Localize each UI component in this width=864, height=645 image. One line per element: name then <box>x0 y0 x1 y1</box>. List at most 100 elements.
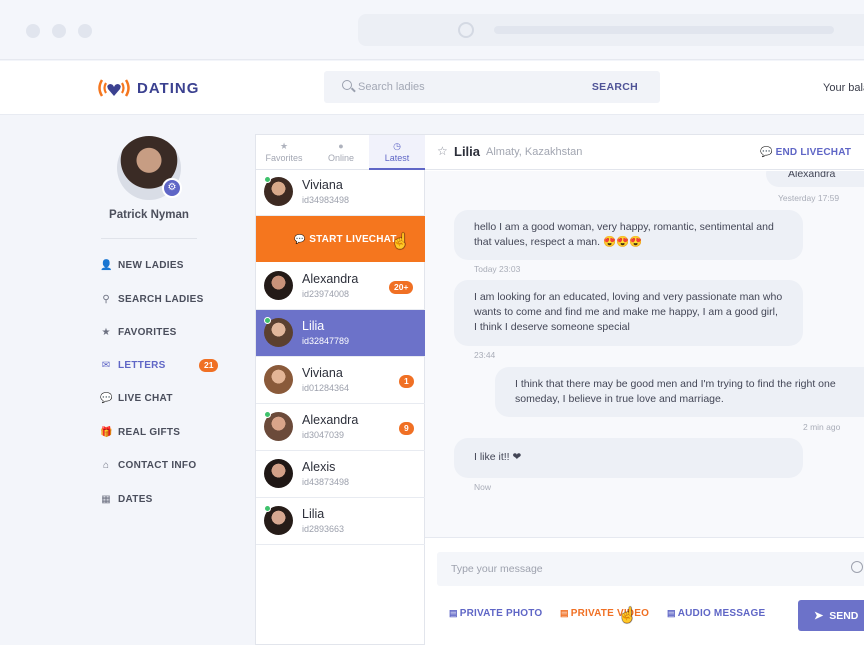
contacts-panel: ★ Favorites ● Online ◷ Latest Viviana id… <box>255 134 426 645</box>
chat-icon: 💬 <box>100 392 113 404</box>
search-button[interactable]: SEARCH <box>592 81 638 93</box>
unread-badge: 20+ <box>389 281 414 294</box>
online-indicator <box>264 176 271 183</box>
message-bubble-sent: Alexandra <box>766 171 864 187</box>
contact-name: Lilia <box>302 507 325 521</box>
logo[interactable]: DATING <box>97 76 199 100</box>
message-input[interactable] <box>437 552 864 586</box>
sidebar-item-live-chat[interactable]: 💬 LIVE CHAT <box>100 390 173 406</box>
window-close-dot[interactable] <box>26 24 40 38</box>
contact-id: id01284364 <box>302 383 350 393</box>
message-time: 2 min ago <box>803 422 841 432</box>
contact-name: Lilia <box>302 319 325 333</box>
search-input[interactable] <box>358 71 578 103</box>
tab-label: Favorites <box>265 153 303 163</box>
sidebar-item-label: DATES <box>118 493 153 505</box>
contact-tabs: ★ Favorites ● Online ◷ Latest <box>256 135 426 170</box>
message-bubble-received: I am looking for an educated, loving and… <box>454 280 803 346</box>
search-bar: SEARCH <box>324 71 660 103</box>
message-time: Now <box>474 482 492 492</box>
star-icon: ★ <box>101 326 111 338</box>
calendar-icon: ▦ <box>101 493 111 505</box>
contact-name: Viviana <box>302 366 343 380</box>
sidebar-item-label: REAL GIFTS <box>118 426 181 438</box>
unread-badge: 9 <box>399 422 414 435</box>
sidebar-item-label: LETTERS <box>118 359 166 371</box>
sidebar-item-label: SEARCH LADIES <box>118 293 204 305</box>
tab-favorites[interactable]: ★ Favorites <box>256 135 312 170</box>
contact-item[interactable]: Alexis id43873498 <box>256 451 426 498</box>
contact-name: Alexandra <box>302 413 359 427</box>
online-indicator <box>264 411 271 418</box>
contact-id: id32847789 <box>302 336 350 346</box>
heart-signal-icon <box>98 79 130 97</box>
sidebar-item-favorites[interactable]: ★ FAVORITES <box>100 324 177 340</box>
message-bubble-received: I like it!! ❤ <box>454 438 803 478</box>
unread-badge: 1 <box>399 375 414 388</box>
end-livechat-label: END LIVECHAT <box>775 147 852 158</box>
paper-plane-icon: ➤ <box>814 610 824 622</box>
search-icon <box>342 80 352 90</box>
avatar <box>264 459 293 488</box>
favorite-star-icon[interactable]: ☆ <box>437 144 448 158</box>
window-minimize-dot[interactable] <box>52 24 66 38</box>
clock-icon: ◷ <box>393 141 401 151</box>
message-time: Yesterday 17:59 <box>778 193 840 203</box>
sidebar-item-letters[interactable]: ✉ LETTERS 21 <box>100 357 219 373</box>
tab-latest[interactable]: ◷ Latest <box>369 135 425 170</box>
pointer-cursor-icon: ☝ <box>618 607 637 624</box>
contact-id: id3047039 <box>302 430 345 440</box>
reload-icon[interactable] <box>458 22 474 38</box>
url-placeholder <box>494 26 834 34</box>
envelope-icon: ✉ <box>101 359 111 371</box>
window-maximize-dot[interactable] <box>78 24 92 38</box>
sidebar-item-real-gifts[interactable]: 🎁 REAL GIFTS <box>100 424 180 440</box>
message-composer: ▤PRIVATE PHOTO ▤PRIVATE VIDEO ☝ ▤AUDIO M… <box>425 537 864 645</box>
contact-item[interactable]: Viviana id34983498 <box>256 169 426 216</box>
message-list: Alexandra Yesterday 17:59 hello I am a g… <box>425 171 864 537</box>
end-livechat-button[interactable]: 💬 END LIVECHAT <box>760 147 851 158</box>
letters-count-badge: 21 <box>199 359 219 372</box>
private-photo-label: PRIVATE PHOTO <box>459 608 543 619</box>
tab-label: Online <box>327 153 354 163</box>
contact-item[interactable]: Viviana id01284364 1 <box>256 357 426 404</box>
avatar <box>264 271 293 300</box>
site-header: DATING SEARCH Your bala <box>0 61 864 115</box>
online-indicator <box>264 505 271 512</box>
balance-text: Your bala <box>823 82 864 94</box>
sidebar-item-label: CONTACT INFO <box>118 459 197 471</box>
send-label: SEND <box>829 609 859 622</box>
sidebar-item-search-ladies[interactable]: ⚲ SEARCH LADIES <box>100 291 204 307</box>
contact-id: id23974008 <box>302 289 350 299</box>
message-time: 23:44 <box>474 350 496 360</box>
emoji-icon[interactable] <box>851 561 863 573</box>
add-user-icon: 👤 <box>100 259 113 271</box>
contact-item[interactable]: Alexandra id23974008 20+ <box>256 263 426 310</box>
online-dot-icon: ● <box>338 141 344 151</box>
private-photo-button[interactable]: ▤ PRIVATE PHOTO <box>449 608 542 619</box>
tab-online[interactable]: ● Online <box>313 135 369 170</box>
sidebar-item-label: NEW LADIES <box>118 259 184 271</box>
contact-name: Alexandra <box>302 272 359 286</box>
send-button[interactable]: ➤ SEND <box>798 600 864 631</box>
sidebar-item-contact-info[interactable]: ⌂ CONTACT INFO <box>100 457 196 473</box>
contact-name: Viviana <box>302 178 343 192</box>
gift-icon: 🎁 <box>100 426 113 438</box>
star-icon: ★ <box>279 141 289 151</box>
address-bar[interactable] <box>358 14 864 46</box>
home-icon: ⌂ <box>102 459 110 471</box>
contact-id: id34983498 <box>302 195 350 205</box>
profile-name: Patrick Nyman <box>109 209 189 221</box>
audio-message-button[interactable]: ▤ AUDIO MESSAGE <box>667 608 765 619</box>
gear-icon[interactable]: ⚙ <box>162 178 182 198</box>
contact-item[interactable]: Lilia id32847789 <box>256 310 426 357</box>
message-time: Today 23:03 <box>474 264 521 274</box>
sidebar-item-dates[interactable]: ▦ DATES <box>100 491 153 507</box>
contact-item[interactable]: Alexandra id3047039 9 <box>256 404 426 451</box>
contact-item[interactable]: Lilia id2893663 <box>256 498 426 545</box>
search-icon: ⚲ <box>102 293 110 305</box>
chat-contact-location: Almaty, Kazakhstan <box>486 146 583 158</box>
private-video-label: PRIVATE VIDEO <box>570 608 650 619</box>
sidebar-item-new-ladies[interactable]: 👤 NEW LADIES <box>100 257 184 273</box>
chat-icon: 💬 <box>294 233 306 244</box>
